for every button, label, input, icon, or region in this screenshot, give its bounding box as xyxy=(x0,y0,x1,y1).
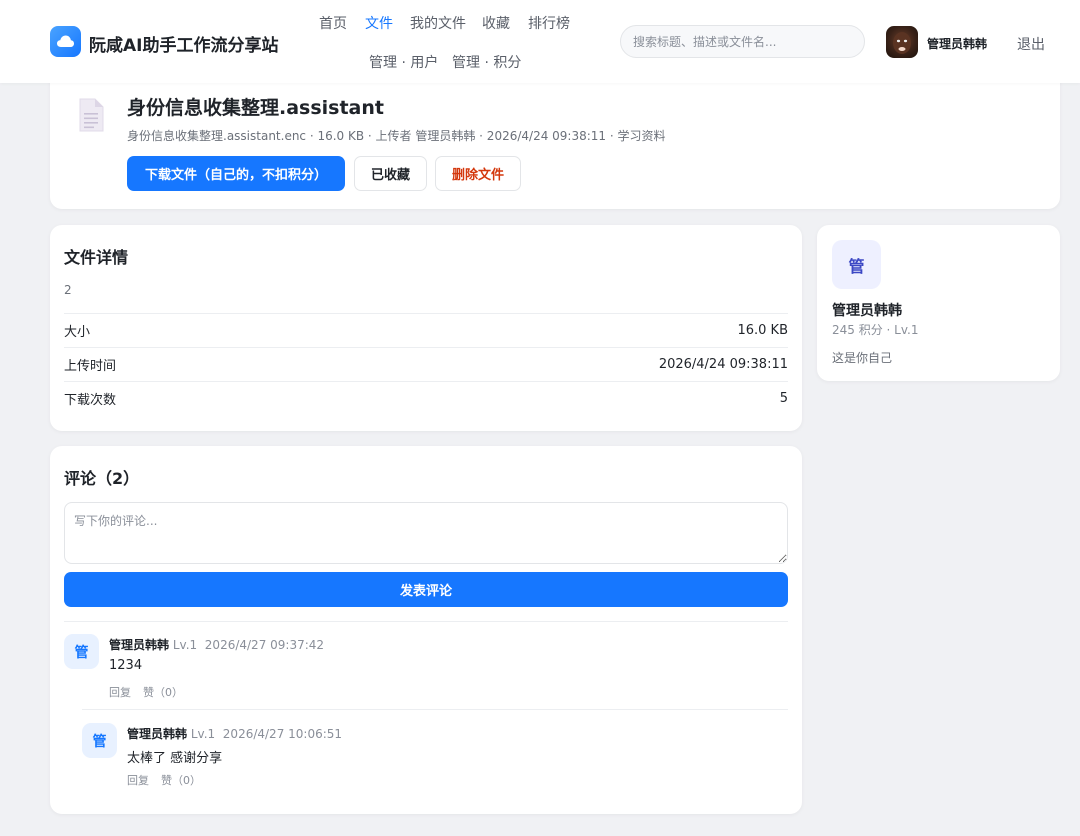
search-input[interactable] xyxy=(620,25,865,58)
uploader-name[interactable]: 管理员韩韩 xyxy=(832,300,902,320)
logout-button[interactable]: 退出 xyxy=(1017,34,1045,54)
detail-row-size: 大小 16.0 KB xyxy=(64,313,788,347)
file-header-card: 身份信息收集整理.assistant 身份信息收集整理.assistant.en… xyxy=(50,70,1060,209)
document-icon xyxy=(78,98,104,136)
like-button[interactable]: 赞（0） xyxy=(161,772,201,788)
uploader-score: 245 积分 · Lv.1 xyxy=(832,323,919,337)
comment-avatar[interactable]: 管 xyxy=(82,723,117,758)
comment-header: 管理员韩韩 Lv.1 2026/4/27 10:06:51 xyxy=(127,725,342,742)
file-details-card: 文件详情 2 大小 16.0 KB 上传时间 2026/4/24 09:38:1… xyxy=(50,225,802,431)
divider xyxy=(64,621,788,622)
reply-button[interactable]: 回复 xyxy=(127,772,149,788)
download-button[interactable]: 下载文件（自己的，不扣积分） xyxy=(127,156,345,191)
uploader-avatar[interactable]: 管 xyxy=(832,240,881,289)
uploader-note: 这是你自己 xyxy=(832,351,893,365)
comment-level: Lv.1 xyxy=(172,638,198,652)
detail-row-upload-time: 上传时间 2026/4/24 09:38:11 xyxy=(64,347,788,381)
like-button[interactable]: 赞（0） xyxy=(143,684,183,700)
nav-leaderboard[interactable]: 排行榜 xyxy=(528,13,570,33)
reply-button[interactable]: 回复 xyxy=(109,684,131,700)
comment-text: 1234 xyxy=(109,658,143,673)
post-comment-button[interactable]: 发表评论 xyxy=(64,572,788,607)
comment-time: 2026/4/27 09:37:42 xyxy=(204,638,325,652)
detail-value: 16.0 KB xyxy=(737,323,788,338)
cloud-icon xyxy=(57,35,74,47)
comments-card: 评论（2） 发表评论 管 管理员韩韩 Lv.1 2026/4/27 09:37:… xyxy=(50,446,802,814)
nav-admin-points[interactable]: 管理 · 积分 xyxy=(452,52,521,72)
comments-title: 评论（2） xyxy=(64,469,140,488)
detail-label: 下载次数 xyxy=(64,393,117,408)
comment-avatar[interactable]: 管 xyxy=(64,634,99,669)
uploader-card: 管 管理员韩韩 245 积分 · Lv.1 这是你自己 xyxy=(817,225,1060,381)
detail-label: 大小 xyxy=(64,325,91,340)
cloud-logo-icon[interactable] xyxy=(50,26,81,57)
favorite-button[interactable]: 已收藏 xyxy=(354,156,427,191)
nav-files[interactable]: 文件 xyxy=(365,13,393,33)
details-title: 文件详情 xyxy=(64,248,129,267)
current-user-name[interactable]: 管理员韩韩 xyxy=(927,35,987,52)
detail-row-downloads: 下载次数 5 xyxy=(64,381,788,415)
detail-label: 上传时间 xyxy=(64,359,117,374)
top-header: 阮咸AI助手工作流分享站 首页 文件 我的文件 收藏 排行榜 管理 · 用户 管… xyxy=(0,0,1080,83)
nav-admin-users[interactable]: 管理 · 用户 xyxy=(369,52,438,72)
site-title[interactable]: 阮咸AI助手工作流分享站 xyxy=(89,31,278,56)
comment-input[interactable] xyxy=(64,502,788,564)
comment-author[interactable]: 管理员韩韩 xyxy=(127,727,187,741)
nav-my-files[interactable]: 我的文件 xyxy=(410,13,466,33)
comment-header: 管理员韩韩 Lv.1 2026/4/27 09:37:42 xyxy=(109,636,324,653)
avatar-face-icon xyxy=(893,32,911,54)
nav-home[interactable]: 首页 xyxy=(319,13,347,33)
file-description: 2 xyxy=(64,283,72,297)
reply-divider xyxy=(82,709,788,710)
detail-value: 2026/4/24 09:38:11 xyxy=(658,357,788,372)
delete-file-button[interactable]: 删除文件 xyxy=(435,156,521,191)
comment-text: 太棒了 感谢分享 xyxy=(127,751,223,766)
comment-time: 2026/4/27 10:06:51 xyxy=(222,727,343,741)
comment-level: Lv.1 xyxy=(190,727,216,741)
comment-author[interactable]: 管理员韩韩 xyxy=(109,638,169,652)
detail-value: 5 xyxy=(779,391,788,406)
file-title: 身份信息收集整理.assistant xyxy=(127,97,384,119)
user-avatar[interactable] xyxy=(886,26,918,58)
nav-favorites[interactable]: 收藏 xyxy=(482,13,510,33)
file-meta: 身份信息收集整理.assistant.enc · 16.0 KB · 上传者 管… xyxy=(127,129,666,143)
